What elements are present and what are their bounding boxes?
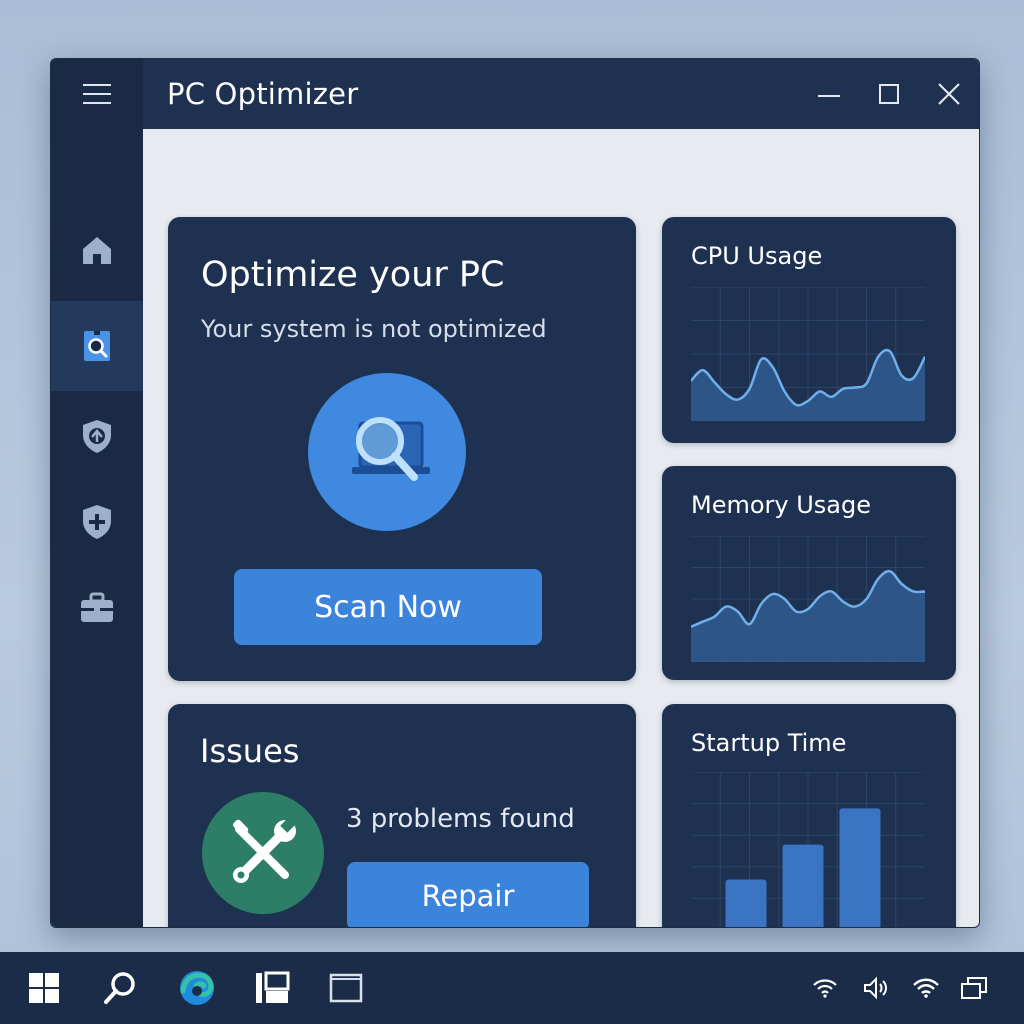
startup-time-chart [691,772,925,927]
sidebar-item-home[interactable] [51,205,143,295]
sidebar-item-protection[interactable] [51,477,143,567]
sidebar-item-scan[interactable] [51,301,143,391]
optimize-title: Optimize your PC [201,255,505,295]
home-icon [83,237,111,264]
sidebar-item-toolbox[interactable] [51,563,143,653]
close-button[interactable] [919,59,979,129]
startup-time-card: Startup Time [662,704,956,927]
task-view-button[interactable] [242,952,302,1024]
tray-volume-button[interactable] [848,952,904,1024]
startup-bar-3 [839,808,881,927]
startup-time-title: Startup Time [691,729,847,757]
memory-usage-chart [691,536,925,662]
tray-wifi-button[interactable] [797,952,853,1024]
hamburger-menu-button[interactable] [51,59,143,129]
edge-browser-icon [180,971,214,1005]
magnifier-laptop-icon [352,417,430,481]
maximize-icon [879,84,899,104]
startup-bar-2 [782,844,824,927]
scan-now-button[interactable]: Scan Now [234,569,542,645]
issues-status: 3 problems found [346,804,575,834]
optimize-card: Optimize your PC Your system is not opti… [168,217,636,681]
volume-icon [864,976,887,1000]
title-bar: PC Optimizer [51,59,979,129]
briefcase-icon [81,592,113,622]
app-window: PC Optimizer Optimize your PC Your syste… [50,58,980,928]
task-view-icon [256,971,290,1003]
cpu-usage-title: CPU Usage [691,242,823,270]
startup-bar-1 [725,879,767,927]
issues-badge [202,792,324,914]
cpu-usage-card: CPU Usage [662,217,956,443]
minimize-button[interactable] [799,59,859,129]
shield-plus-icon [83,505,111,539]
taskbar [0,952,1024,1024]
optimize-badge [308,373,466,531]
app-title: PC Optimizer [167,77,359,111]
wifi-icon [813,979,837,998]
shield-arrow-icon [83,420,111,453]
cpu-usage-chart [691,287,925,421]
optimize-subtitle: Your system is not optimized [201,315,547,343]
window-icon [329,973,363,1003]
sidebar [51,129,143,927]
issues-title: Issues [200,732,300,770]
tray-notification-button[interactable] [946,952,1002,1024]
window-controls [799,59,979,129]
hamburger-icon [83,84,111,104]
memory-usage-card: Memory Usage [662,466,956,680]
start-button[interactable] [14,952,74,1024]
search-icon [104,972,135,1004]
windows-start-icon [29,973,59,1003]
main-content: Optimize your PC Your system is not opti… [143,129,979,927]
minimize-icon [818,95,840,97]
edge-browser-button[interactable] [167,952,227,1024]
maximize-button[interactable] [859,59,919,129]
wifi-icon [913,978,939,998]
taskbar-search-button[interactable] [90,952,150,1024]
window-app-button[interactable] [316,952,376,1024]
tools-icon [233,817,296,883]
scan-icon [84,331,110,361]
notification-icon [961,977,987,999]
issues-card: Issues 3 problems found Repair [168,704,636,927]
repair-button[interactable]: Repair [347,862,589,927]
sidebar-item-update[interactable] [51,391,143,481]
close-icon [938,83,960,105]
memory-usage-title: Memory Usage [691,491,872,519]
